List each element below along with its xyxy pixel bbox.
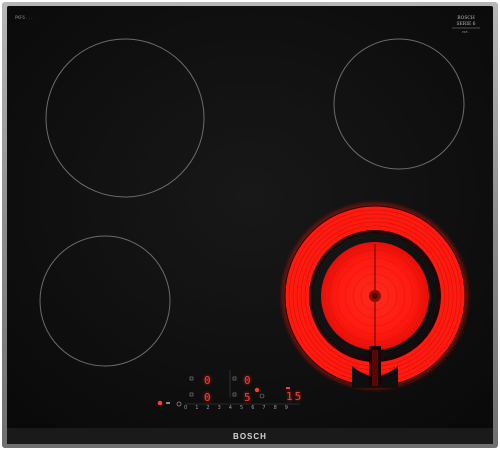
power-level-2[interactable]: 2 [206,405,209,411]
power-level-1[interactable]: 1 [195,405,198,411]
zone-select-rear-right[interactable] [229,373,241,385]
display-front-left: 0 [204,391,212,404]
timer-button[interactable] [281,381,293,393]
power-level-5[interactable]: 5 [240,405,243,411]
power-level-7[interactable]: 7 [262,405,265,411]
dual-zone-button[interactable] [251,384,263,396]
brand-logo: BOSCH [233,432,267,441]
power-button[interactable] [154,397,166,409]
svg-text:SERIE 6: SERIE 6 [456,21,475,27]
svg-text:PKF...: PKF... [462,30,470,34]
svg-text:PKF6 . . .: PKF6 . . . [15,15,33,20]
power-level-8[interactable]: 8 [274,405,277,411]
power-level-0[interactable]: 0 [184,405,187,411]
zone-select-front-right[interactable] [229,389,241,401]
power-scale[interactable]: 0 1 2 3 4 5 6 7 8 9 [184,405,296,413]
zone-select-front-left[interactable] [186,389,198,401]
svg-text:BOSCH: BOSCH [457,15,475,21]
power-level-6[interactable]: 6 [251,405,254,411]
power-level-3[interactable]: 3 [218,405,221,411]
power-level-4[interactable]: 4 [229,405,232,411]
zone-select-rear-left[interactable] [186,373,198,385]
power-level-9[interactable]: 9 [285,405,288,411]
display-rear-left: 0 [204,374,212,387]
zone-front-right-dual [282,203,468,389]
